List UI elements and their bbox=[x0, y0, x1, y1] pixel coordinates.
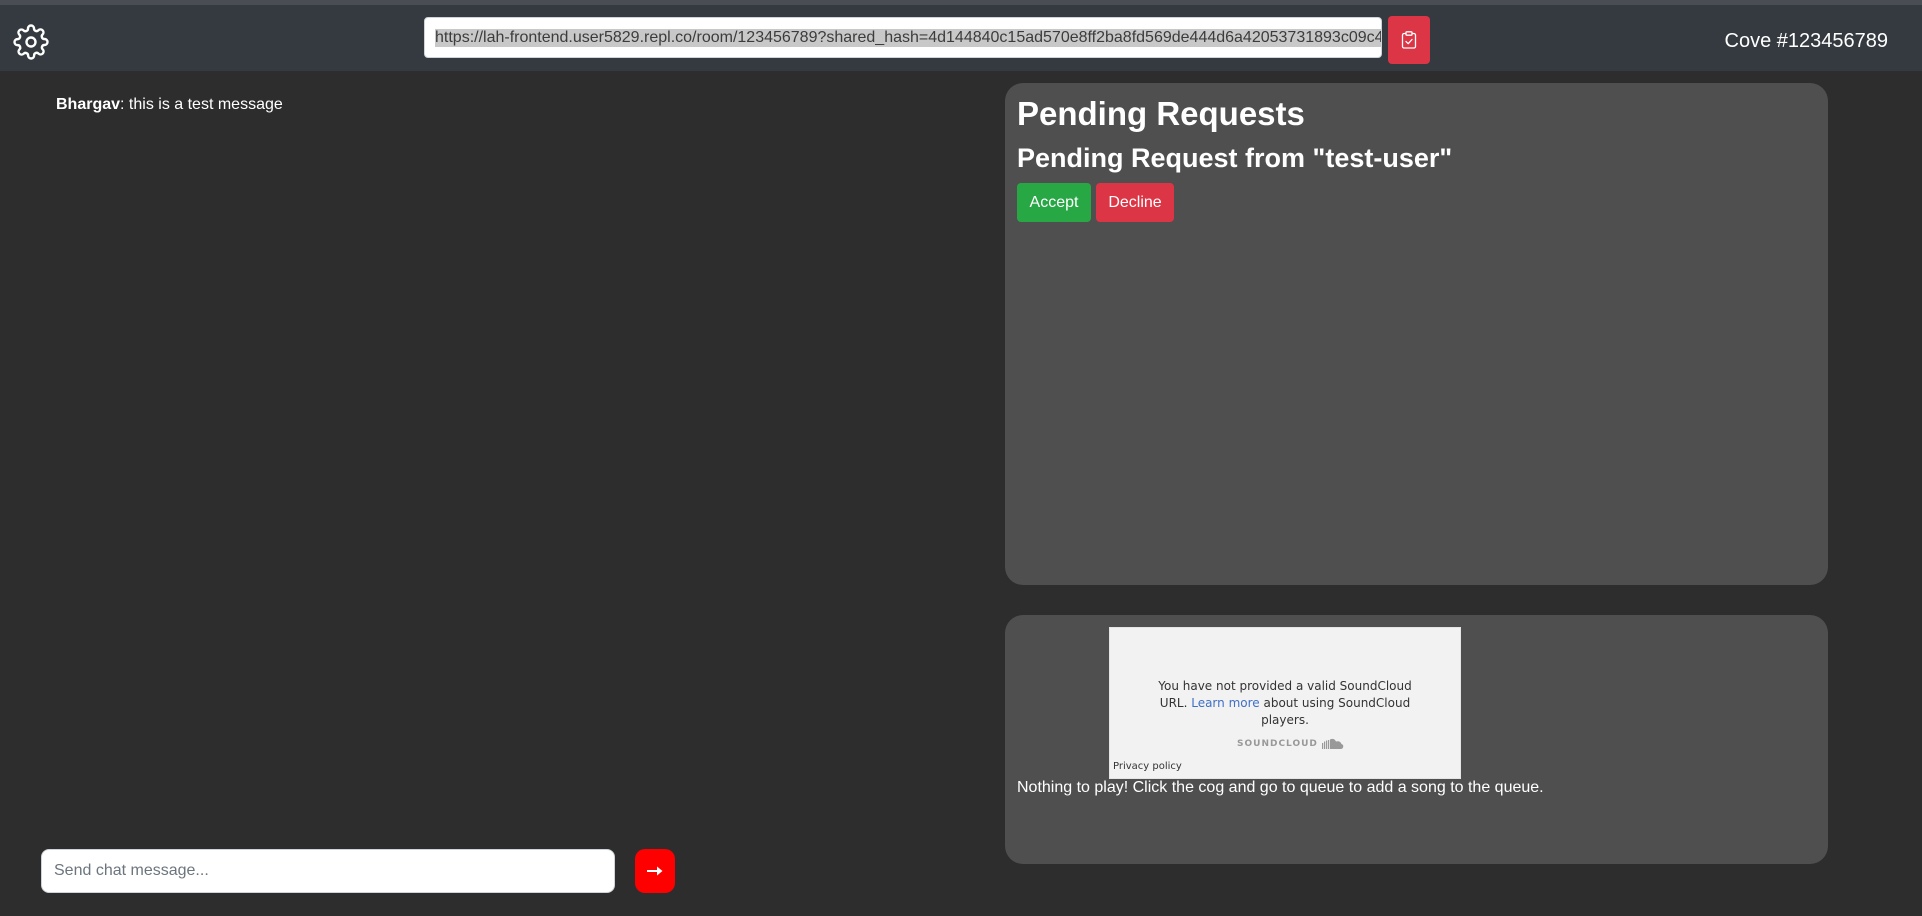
pending-requests-heading: Pending Requests bbox=[1017, 95, 1305, 132]
share-url-text: https://lah-frontend.user5829.repl.co/ro… bbox=[435, 28, 1382, 47]
pending-request-title: Pending Request from "test-user" bbox=[1017, 143, 1453, 173]
gear-icon[interactable] bbox=[13, 24, 49, 60]
soundcloud-logo-text: SOUNDCLOUD bbox=[1237, 738, 1318, 749]
arrow-right-icon bbox=[647, 866, 663, 876]
send-message-button[interactable] bbox=[635, 849, 675, 893]
chat-message-author: Bhargav bbox=[56, 96, 121, 113]
clipboard-icon bbox=[1401, 31, 1417, 49]
soundcloud-logo: SOUNDCLOUD bbox=[1237, 738, 1344, 749]
pending-requests-panel: Pending Requests Pending Request from "t… bbox=[1005, 83, 1828, 585]
room-name: Cove #123456789 bbox=[1724, 30, 1888, 52]
navbar: https://lah-frontend.user5829.repl.co/ro… bbox=[0, 5, 1922, 71]
copy-url-button[interactable] bbox=[1388, 16, 1430, 64]
soundcloud-error-message: You have not provided a valid SoundCloud… bbox=[1150, 678, 1420, 729]
chat-message: Bhargav: this is a test message bbox=[56, 96, 283, 114]
decline-button[interactable]: Decline bbox=[1096, 183, 1174, 222]
learn-more-link[interactable]: Learn more bbox=[1191, 696, 1259, 710]
soundcloud-widget: You have not provided a valid SoundCloud… bbox=[1109, 627, 1461, 779]
player-panel: You have not provided a valid SoundCloud… bbox=[1005, 615, 1828, 864]
accept-button[interactable]: Accept bbox=[1017, 183, 1091, 222]
soundcloud-error-text-end: about using SoundCloud players. bbox=[1259, 696, 1411, 727]
share-url-field[interactable]: https://lah-frontend.user5829.repl.co/ro… bbox=[424, 17, 1382, 58]
privacy-policy-link[interactable]: Privacy policy bbox=[1113, 761, 1182, 772]
soundcloud-cloud-icon bbox=[1321, 738, 1344, 749]
empty-queue-message: Nothing to play! Click the cog and go to… bbox=[1017, 779, 1544, 796]
chat-message-input[interactable] bbox=[41, 849, 615, 893]
chat-message-text: : this is a test message bbox=[120, 96, 283, 113]
